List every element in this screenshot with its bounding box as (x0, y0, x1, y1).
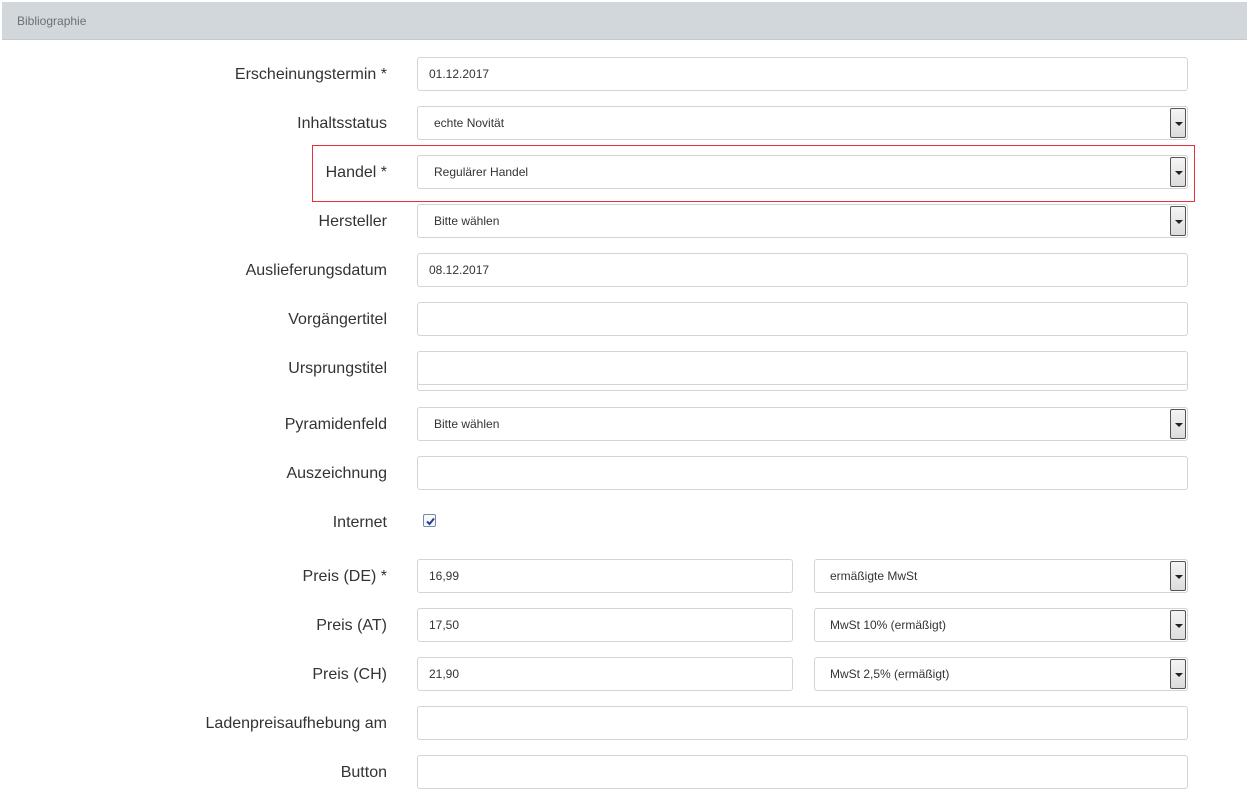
chevron-down-icon[interactable] (1170, 561, 1186, 591)
preis-ch-tax-select[interactable]: MwSt 2,5% (ermäßigt) (814, 657, 1188, 691)
auszeichnung-label: Auszeichnung (286, 465, 387, 482)
vorgaengertitel-label: Vorgängertitel (288, 311, 387, 328)
preis-ch-input[interactable]: 21,90 (417, 657, 793, 691)
panel-header: Bibliographie (2, 2, 1247, 40)
erscheinungstermin-input[interactable]: 01.12.2017 (417, 57, 1188, 91)
inhaltsstatus-select[interactable]: echte Novität (417, 106, 1188, 140)
handel-select[interactable]: Regulärer Handel (417, 155, 1188, 189)
chevron-down-icon[interactable] (1170, 610, 1186, 640)
ursprungstitel-input[interactable] (417, 351, 1188, 385)
auslieferungsdatum-label: Auslieferungsdatum (245, 262, 387, 279)
preis-de-label: Preis (DE) * (302, 568, 387, 585)
hersteller-label: Hersteller (318, 213, 387, 230)
preis-ch-label: Preis (CH) (312, 666, 387, 683)
hersteller-value: Bitte wählen (434, 214, 500, 228)
button-input[interactable] (417, 755, 1188, 789)
panel-title: Bibliographie (17, 14, 87, 28)
pyramidenfeld-select[interactable]: Bitte wählen (417, 407, 1188, 441)
erscheinungstermin-label: Erscheinungstermin * (234, 66, 387, 83)
hersteller-select[interactable]: Bitte wählen (417, 204, 1188, 238)
vorgaengertitel-input[interactable] (417, 302, 1188, 336)
preis-ch-tax-value: MwSt 2,5% (ermäßigt) (830, 667, 950, 681)
internet-label: Internet (332, 514, 387, 531)
preis-de-input[interactable]: 16,99 (417, 559, 793, 593)
ursprungstitel-label: Ursprungstitel (288, 360, 387, 377)
chevron-down-icon[interactable] (1170, 659, 1186, 689)
auszeichnung-input[interactable] (417, 456, 1188, 490)
ladenpreisaufhebung-label: Ladenpreisaufhebung am (205, 715, 387, 732)
auslieferungsdatum-input[interactable]: 08.12.2017 (417, 253, 1188, 287)
button-label: Button (340, 764, 387, 781)
chevron-down-icon[interactable] (1170, 206, 1186, 236)
preis-de-tax-select[interactable]: ermäßigte MwSt (814, 559, 1188, 593)
checkmark-icon (426, 517, 435, 526)
chevron-down-icon[interactable] (1170, 157, 1186, 187)
ursprungstitel-resize-edge (417, 384, 1188, 391)
inhaltsstatus-value: echte Novität (434, 116, 505, 130)
preis-at-tax-value: MwSt 10% (ermäßigt) (830, 618, 947, 632)
chevron-down-icon[interactable] (1170, 409, 1186, 439)
ladenpreisaufhebung-input[interactable] (417, 706, 1188, 740)
pyramidenfeld-label: Pyramidenfeld (284, 416, 387, 433)
preis-at-input[interactable]: 17,50 (417, 608, 793, 642)
preis-at-tax-select[interactable]: MwSt 10% (ermäßigt) (814, 608, 1188, 642)
chevron-down-icon[interactable] (1170, 108, 1186, 138)
handel-label: Handel * (325, 164, 387, 181)
pyramidenfeld-value: Bitte wählen (434, 417, 500, 431)
internet-checkbox[interactable] (423, 514, 436, 527)
preis-at-label: Preis (AT) (316, 617, 387, 634)
preis-de-tax-value: ermäßigte MwSt (830, 569, 918, 583)
handel-value: Regulärer Handel (434, 165, 529, 179)
inhaltsstatus-label: Inhaltsstatus (297, 115, 387, 132)
